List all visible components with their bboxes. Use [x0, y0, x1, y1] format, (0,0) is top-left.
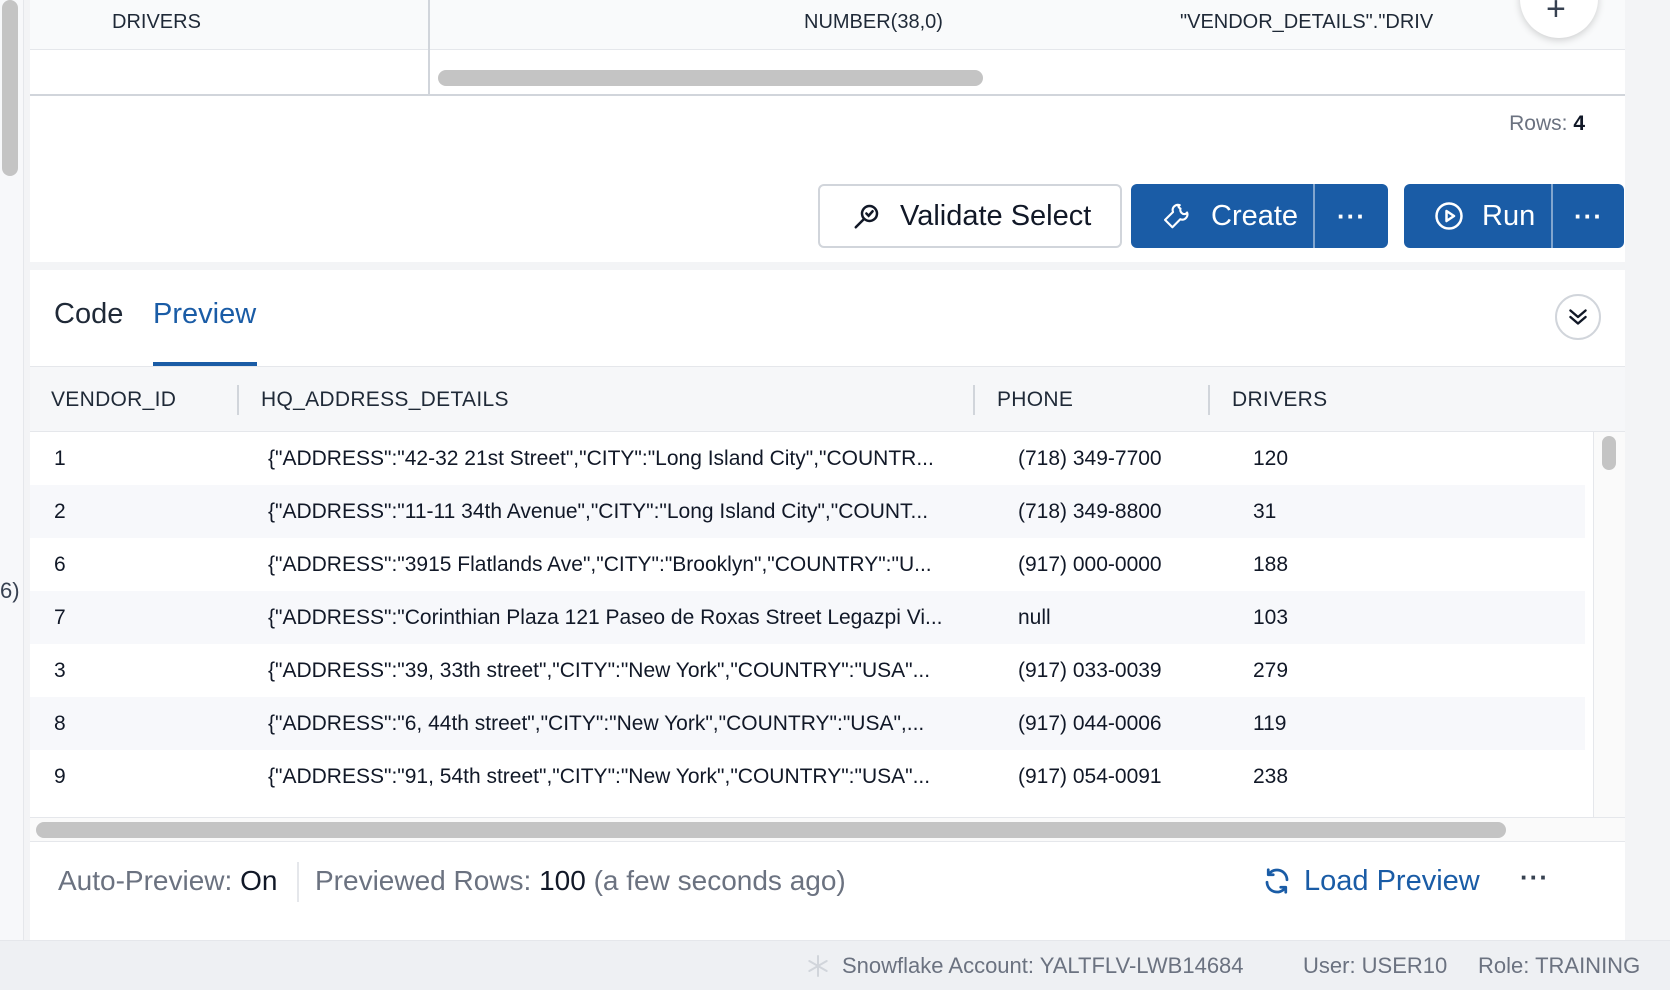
columns-panel: DRIVERS NUMBER(38,0) "VENDOR_DETAILS"."D…	[30, 0, 1625, 96]
validate-select-button[interactable]: Validate Select	[818, 184, 1122, 248]
table-row[interactable]: 8 {"ADDRESS":"6, 44th street","CITY":"Ne…	[30, 697, 1585, 750]
cell-hq-address: {"ADDRESS":"39, 33th street","CITY":"New…	[268, 659, 931, 682]
column-resize-handle[interactable]	[973, 385, 975, 415]
plus-icon: +	[1546, 0, 1566, 28]
grid-body: 1 {"ADDRESS":"42-32 21st Street","CITY":…	[30, 432, 1585, 817]
run-label: Run	[1482, 199, 1536, 232]
create-label: Create	[1211, 199, 1299, 232]
wrench-icon	[1161, 199, 1195, 233]
column-header-drivers[interactable]: DRIVERS	[1232, 367, 1327, 433]
auto-preview-value: On	[240, 865, 278, 896]
cell-drivers: 238	[1253, 765, 1289, 788]
snowflake-icon	[806, 954, 830, 983]
cell-drivers: 31	[1253, 500, 1277, 523]
cell-phone: (917) 000-0000	[1018, 553, 1162, 576]
status-user: User: USER10	[1303, 953, 1448, 978]
table-row[interactable]: 2 {"ADDRESS":"11-11 34th Avenue","CITY":…	[30, 485, 1585, 538]
auto-preview-label: Auto-Preview:	[58, 865, 233, 896]
cell-phone: (917) 044-0006	[1018, 712, 1162, 735]
column-resize-handle[interactable]	[1208, 385, 1210, 415]
column-divider	[428, 0, 430, 96]
cell-drivers: 188	[1253, 553, 1289, 576]
cell-drivers: 120	[1253, 447, 1289, 470]
status-account: Snowflake Account: YALTFLV-LWB14684	[842, 953, 1244, 978]
double-chevron-down-icon	[1569, 309, 1587, 325]
validate-select-label: Validate Select	[900, 199, 1092, 232]
tab-preview[interactable]: Preview	[153, 298, 256, 331]
column-header-phone[interactable]: PHONE	[997, 367, 1073, 433]
rows-value: 4	[1573, 112, 1585, 135]
column-name-cell: DRIVERS	[112, 11, 201, 33]
left-pane-text-fragment: 6)	[0, 578, 20, 603]
run-more-button[interactable]: ···	[1553, 184, 1624, 248]
grid-header: VENDOR_ID HQ_ADDRESS_DETAILS PHONE DRIVE…	[30, 366, 1625, 432]
cell-phone: (917) 033-0039	[1018, 659, 1162, 682]
load-preview-label: Load Preview	[1304, 864, 1480, 897]
cell-phone: (718) 349-7700	[1018, 447, 1162, 470]
run-button[interactable]: Run ···	[1404, 184, 1624, 248]
rows-label: Rows:	[1509, 112, 1568, 135]
tab-code[interactable]: Code	[54, 298, 123, 331]
cell-vendor-id: 7	[54, 606, 66, 629]
status-bar: Snowflake Account: YALTFLV-LWB14684 User…	[0, 940, 1670, 990]
column-resize-handle[interactable]	[237, 385, 239, 415]
cell-vendor-id: 6	[54, 553, 66, 576]
table-row[interactable]: 7 {"ADDRESS":"Corinthian Plaza 121 Paseo…	[30, 591, 1585, 644]
create-more-button[interactable]: ···	[1315, 184, 1388, 248]
footer-more-button[interactable]: ···	[1520, 842, 1549, 920]
play-circle-icon	[1432, 199, 1466, 233]
columns-horizontal-scrollbar[interactable]	[438, 70, 983, 86]
cell-vendor-id: 1	[54, 447, 66, 470]
preview-footer: Auto-Preview: On Previewed Rows: 100 (a …	[30, 841, 1625, 919]
cell-hq-address: {"ADDRESS":"91, 54th street","CITY":"New…	[268, 765, 931, 788]
refresh-icon	[1262, 866, 1292, 896]
cell-drivers: 103	[1253, 606, 1289, 629]
columns-row[interactable]: DRIVERS NUMBER(38,0) "VENDOR_DETAILS"."D…	[30, 0, 1625, 50]
cell-hq-address: {"ADDRESS":"6, 44th street","CITY":"New …	[268, 712, 925, 735]
previewed-time: (a few seconds ago)	[593, 865, 846, 896]
column-type-cell: NUMBER(38,0)	[804, 11, 943, 33]
rows-count: Rows: 4	[1509, 112, 1585, 136]
load-preview-button[interactable]: Load Preview	[1262, 842, 1480, 920]
table-row[interactable]: 1 {"ADDRESS":"42-32 21st Street","CITY":…	[30, 432, 1585, 485]
status-role: Role: TRAINING	[1478, 953, 1641, 978]
cell-hq-address: {"ADDRESS":"11-11 34th Avenue","CITY":"L…	[268, 500, 929, 523]
cell-hq-address: {"ADDRESS":"Corinthian Plaza 121 Paseo d…	[268, 606, 943, 629]
cell-hq-address: {"ADDRESS":"3915 Flatlands Ave","CITY":"…	[268, 553, 932, 576]
cell-vendor-id: 3	[54, 659, 66, 682]
previewed-rows-value: 100	[539, 865, 586, 896]
table-row[interactable]: 6 {"ADDRESS":"3915 Flatlands Ave","CITY"…	[30, 538, 1585, 591]
cell-vendor-id: 9	[54, 765, 66, 788]
table-row[interactable]: 9 {"ADDRESS":"91, 54th street","CITY":"N…	[30, 750, 1585, 803]
cell-hq-address: {"ADDRESS":"42-32 21st Street","CITY":"L…	[268, 447, 934, 470]
table-row[interactable]: 3 {"ADDRESS":"39, 33th street","CITY":"N…	[30, 644, 1585, 697]
action-bar: Rows: 4 Validate Select Create ··· Run ·…	[30, 96, 1625, 262]
app-window: 6) DRIVERS NUMBER(38,0) "VENDOR_DETAILS"…	[0, 0, 1670, 990]
footer-divider	[297, 862, 299, 902]
cell-drivers: 279	[1253, 659, 1289, 682]
grid-vertical-scrollbar[interactable]	[1593, 432, 1625, 817]
auto-preview-toggle[interactable]: Auto-Preview: On	[58, 842, 277, 920]
previewed-rows-label: Previewed Rows:	[315, 865, 532, 896]
grid-vertical-scroll-thumb[interactable]	[1602, 436, 1616, 470]
cell-phone: (718) 349-8800	[1018, 500, 1162, 523]
cell-phone: null	[1018, 606, 1051, 629]
cell-drivers: 119	[1253, 712, 1287, 735]
grid-horizontal-scroll-thumb[interactable]	[36, 822, 1506, 838]
validate-search-icon	[850, 199, 884, 233]
left-pane-edge: 6)	[0, 0, 24, 990]
cell-vendor-id: 2	[54, 500, 66, 523]
column-header-hq-address-details[interactable]: HQ_ADDRESS_DETAILS	[261, 367, 509, 433]
column-expression-cell: "VENDOR_DETAILS"."DRIV	[1180, 11, 1434, 33]
column-header-vendor-id[interactable]: VENDOR_ID	[51, 367, 176, 433]
cell-vendor-id: 8	[54, 712, 66, 735]
cell-phone: (917) 054-0091	[1018, 765, 1162, 788]
left-pane-scrollbar[interactable]	[2, 0, 18, 176]
collapse-panel-button[interactable]	[1555, 294, 1601, 340]
grid-horizontal-scrollbar[interactable]	[30, 817, 1625, 841]
preview-panel: Code Preview VENDOR_ID HQ_ADDRESS_DETAIL…	[30, 270, 1625, 940]
previewed-rows-info: Previewed Rows: 100 (a few seconds ago)	[315, 842, 846, 920]
create-button[interactable]: Create ···	[1131, 184, 1388, 248]
